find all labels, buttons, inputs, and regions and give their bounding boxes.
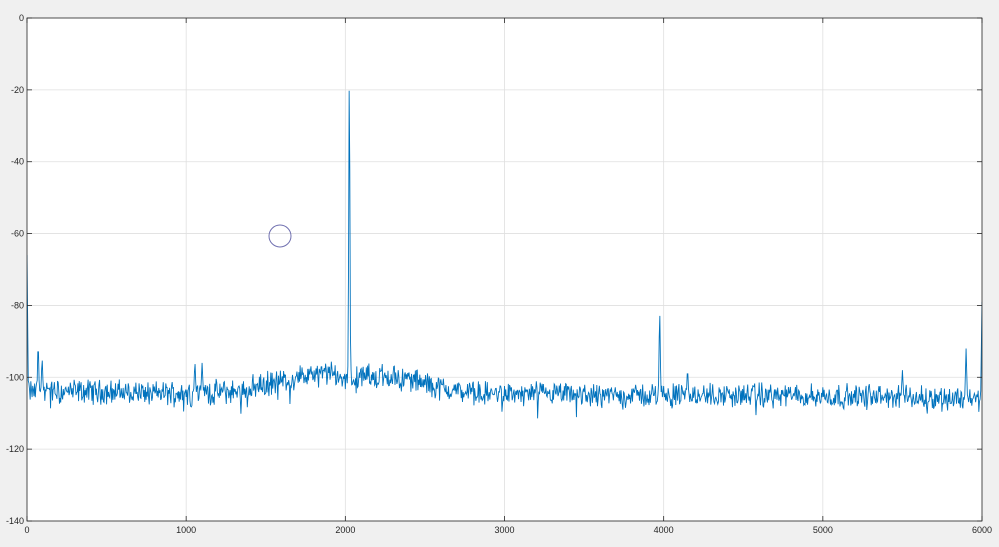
y-tick-label: 0 [19,13,24,23]
x-tick-label: 4000 [654,525,674,535]
y-tick-label: -140 [6,516,24,526]
x-tick-label: 0 [24,525,29,535]
x-tick-label: 2000 [335,525,355,535]
y-tick-label: -100 [6,372,24,382]
x-tick-label: 3000 [494,525,514,535]
y-tick-label: -20 [11,85,24,95]
y-tick-label: -60 [11,229,24,239]
y-tick-label: -40 [11,157,24,167]
x-tick-label: 1000 [176,525,196,535]
y-tick-label: -120 [6,444,24,454]
y-tick-label: -80 [11,300,24,310]
spectrum-figure: 0 1000 2000 3000 4000 5000 6000 0 -20 -40 -60 -80 -1… [0,0,999,547]
x-tick-label: 5000 [813,525,833,535]
x-tick-label: 6000 [972,525,992,535]
